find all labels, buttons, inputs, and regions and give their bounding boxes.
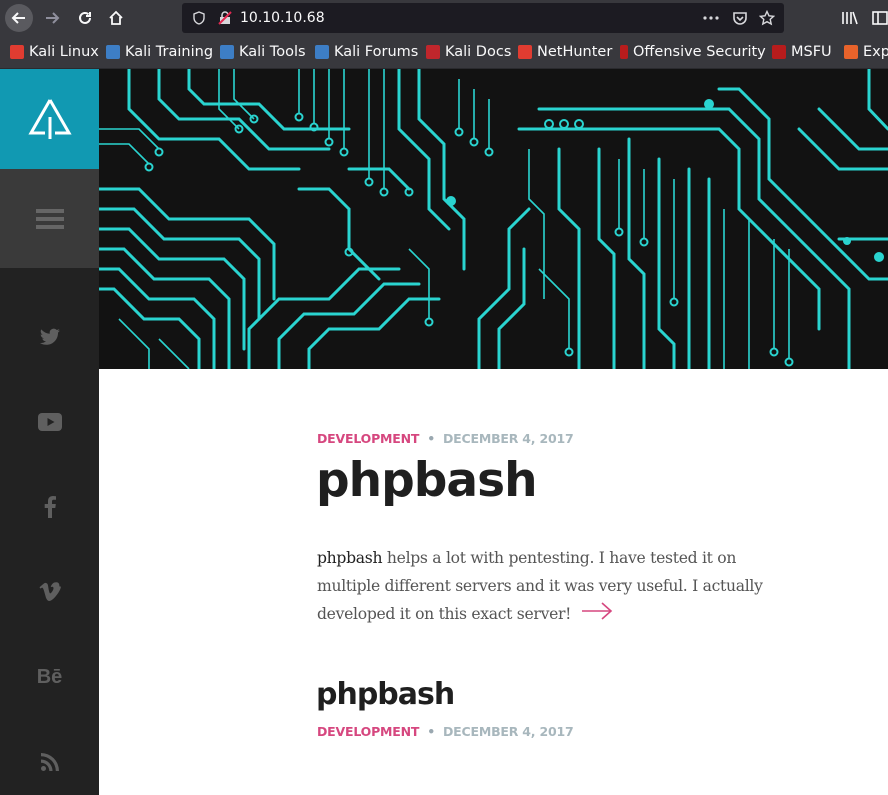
post-date-link[interactable]: DECEMBER 4, 2017 bbox=[443, 724, 574, 739]
bookmark-star-icon[interactable] bbox=[758, 9, 776, 27]
bookmark-kali-forums[interactable]: Kali Forums bbox=[315, 43, 418, 61]
shield-icon[interactable] bbox=[190, 9, 208, 27]
library-icon bbox=[842, 11, 858, 25]
arrow-left-icon bbox=[11, 12, 25, 24]
youtube-link[interactable] bbox=[0, 402, 99, 442]
arrow-right-icon bbox=[46, 12, 60, 24]
vimeo-link[interactable] bbox=[0, 572, 99, 612]
rss-icon bbox=[40, 753, 59, 771]
meta-separator: • bbox=[427, 724, 435, 739]
excerpt-text: helps a lot with pentesting. I have test… bbox=[317, 549, 763, 623]
meta-separator: • bbox=[427, 431, 435, 446]
back-button[interactable] bbox=[5, 4, 33, 32]
twitter-icon bbox=[39, 328, 60, 345]
kali-icon bbox=[106, 45, 120, 59]
hero-banner bbox=[99, 69, 888, 369]
site-sidebar: Bē bbox=[0, 69, 99, 795]
bookmarks-bar: Kali Linux Kali Training Kali Tools Kali… bbox=[0, 36, 888, 69]
post-category-link[interactable]: DEVELOPMENT bbox=[317, 724, 419, 739]
page-actions-icon[interactable] bbox=[702, 9, 720, 27]
kali-icon bbox=[315, 45, 329, 59]
behance-link[interactable]: Bē bbox=[0, 657, 99, 697]
home-icon bbox=[109, 10, 123, 25]
reload-button[interactable] bbox=[71, 4, 99, 32]
sidebar-toggle-button[interactable] bbox=[866, 4, 888, 32]
youtube-icon bbox=[37, 413, 62, 431]
address-bar[interactable]: 10.10.10.68 bbox=[182, 3, 784, 33]
post-title[interactable]: phpbash bbox=[316, 677, 455, 712]
url-text[interactable]: 10.10.10.68 bbox=[240, 10, 325, 26]
sidebar-icon bbox=[872, 11, 888, 25]
offsec-icon bbox=[620, 45, 628, 59]
facebook-icon bbox=[44, 496, 56, 518]
bookmark-nethunter[interactable]: NetHunter bbox=[518, 43, 612, 61]
post-excerpt: phpbash helps a lot with pentesting. I h… bbox=[317, 544, 797, 629]
msfu-icon bbox=[772, 45, 786, 59]
hamburger-icon bbox=[35, 208, 64, 229]
facebook-link[interactable] bbox=[0, 487, 99, 527]
kali-icon bbox=[518, 45, 532, 59]
rss-link[interactable] bbox=[0, 742, 99, 782]
bookmark-msfu[interactable]: MSFU bbox=[772, 43, 832, 61]
vimeo-icon bbox=[39, 582, 61, 601]
read-more-arrow-icon[interactable] bbox=[581, 601, 613, 629]
docs-icon bbox=[426, 45, 440, 59]
reload-icon bbox=[79, 11, 91, 24]
site-logo[interactable] bbox=[0, 69, 99, 169]
excerpt-lead: phpbash bbox=[317, 549, 383, 567]
exploit-db-icon bbox=[844, 45, 858, 59]
main-content: DEVELOPMENT • DECEMBER 4, 2017 phpbash php… bbox=[99, 369, 888, 795]
pocket-icon[interactable] bbox=[731, 9, 749, 27]
bookmark-kali-linux[interactable]: Kali Linux bbox=[10, 43, 99, 61]
home-button[interactable] bbox=[102, 4, 130, 32]
bookmark-exploit-db[interactable]: Exp bbox=[844, 43, 888, 61]
insecure-lock-icon[interactable] bbox=[216, 9, 234, 27]
post-meta: DEVELOPMENT • DECEMBER 4, 2017 bbox=[317, 431, 574, 446]
menu-toggle-button[interactable] bbox=[0, 169, 99, 268]
bookmark-kali-tools[interactable]: Kali Tools bbox=[220, 43, 306, 61]
kali-icon bbox=[10, 45, 24, 59]
post-meta: DEVELOPMENT • DECEMBER 4, 2017 bbox=[317, 724, 574, 739]
behance-icon: Bē bbox=[36, 665, 63, 688]
bookmark-offensive-security[interactable]: Offensive Security bbox=[620, 43, 766, 61]
browser-toolbar: 10.10.10.68 bbox=[0, 0, 888, 36]
post-title[interactable]: phpbash bbox=[316, 453, 538, 508]
twitter-link[interactable] bbox=[0, 317, 99, 357]
circuit-board-image bbox=[99, 69, 888, 369]
kali-icon bbox=[220, 45, 234, 59]
post-category-link[interactable]: DEVELOPMENT bbox=[317, 431, 419, 446]
arrow-up-logo-icon bbox=[27, 99, 72, 139]
post-date-link[interactable]: DECEMBER 4, 2017 bbox=[443, 431, 574, 446]
library-button[interactable] bbox=[836, 4, 864, 32]
bookmark-kali-training[interactable]: Kali Training bbox=[106, 43, 213, 61]
bookmark-kali-docs[interactable]: Kali Docs bbox=[426, 43, 511, 61]
forward-button[interactable] bbox=[38, 4, 66, 32]
